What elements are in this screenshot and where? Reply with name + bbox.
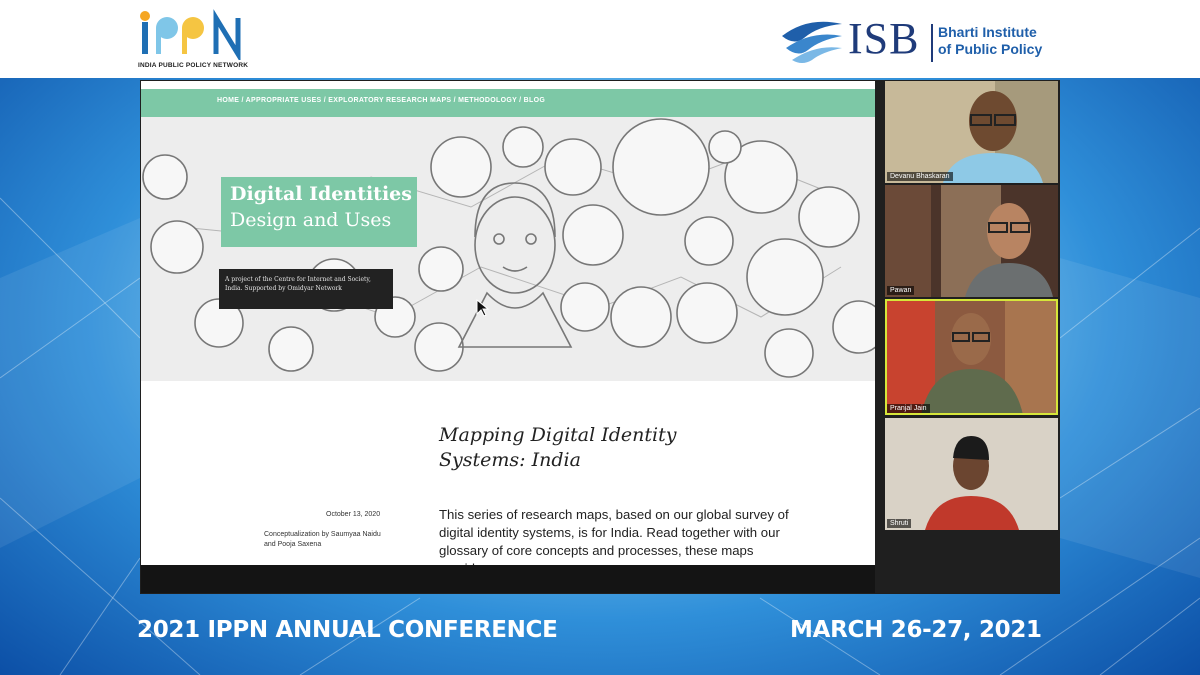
event-title: 2021 IPPN ANNUAL CONFERENCE xyxy=(137,617,558,643)
isb-divider xyxy=(931,24,933,62)
article-title: Mapping Digital Identity Systems: India xyxy=(439,424,677,471)
website-nav-bar: HOME / APPROPRIATE USES / EXPLORATORY RE… xyxy=(141,89,875,117)
ippn-logo: INDIA PUBLIC POLICY NETWORK xyxy=(138,8,250,74)
participant-video xyxy=(885,299,1058,415)
isb-logo-text: ISB xyxy=(848,14,920,63)
hero-title-box: Digital Identities Design and Uses xyxy=(221,177,417,247)
website-nav-links[interactable]: HOME / APPROPRIATE USES / EXPLORATORY RE… xyxy=(217,97,545,104)
isb-subtitle: Bharti Institute of Public Policy xyxy=(938,24,1042,58)
isb-subtitle-line1: Bharti Institute xyxy=(938,24,1037,40)
article-body: This series of research maps, based on o… xyxy=(439,507,789,565)
ippn-tagline: INDIA PUBLIC POLICY NETWORK xyxy=(138,62,249,69)
participant-name: Devanu Bhaskaran xyxy=(887,172,953,181)
article-date: October 13, 2020 xyxy=(326,511,381,518)
hero-subtitle: A project of the Centre for Internet and… xyxy=(225,276,371,292)
mouse-cursor-icon xyxy=(476,299,490,317)
hero-subtitle-box: A project of the Centre for Internet and… xyxy=(219,269,393,309)
participant-video xyxy=(885,185,1058,297)
participant-tile-active-speaker[interactable]: Pranjal Jain xyxy=(885,299,1058,415)
hero-title-line1: Digital Identities xyxy=(230,183,412,205)
participant-tile[interactable]: Shruti xyxy=(885,418,1058,530)
isb-wave-icon xyxy=(782,21,842,63)
event-dates: MARCH 26-27, 2021 xyxy=(790,617,1042,643)
identity-illustration: Digital Identities Design and Uses A pro… xyxy=(141,117,875,381)
participant-name: Shruti xyxy=(887,519,912,528)
participant-name: Pawan xyxy=(887,286,915,295)
shared-screen-footer-bar xyxy=(141,565,875,593)
participant-tile[interactable]: Devanu Bhaskaran xyxy=(885,81,1058,183)
shared-screen: HOME / APPROPRIATE USES / EXPLORATORY RE… xyxy=(141,81,875,565)
isb-subtitle-line2: of Public Policy xyxy=(938,41,1043,57)
participant-video xyxy=(885,418,1058,530)
participant-video xyxy=(885,81,1058,183)
hero-title-line2: Design and Uses xyxy=(230,209,392,231)
participant-name: Pranjal Jain xyxy=(887,404,930,413)
article-credit: Conceptualization by Saumyaa Naidu and P… xyxy=(264,531,381,548)
participant-tile[interactable]: Pawan xyxy=(885,185,1058,297)
isb-logo: ISB Bharti Institute of Public Policy xyxy=(778,12,1070,68)
